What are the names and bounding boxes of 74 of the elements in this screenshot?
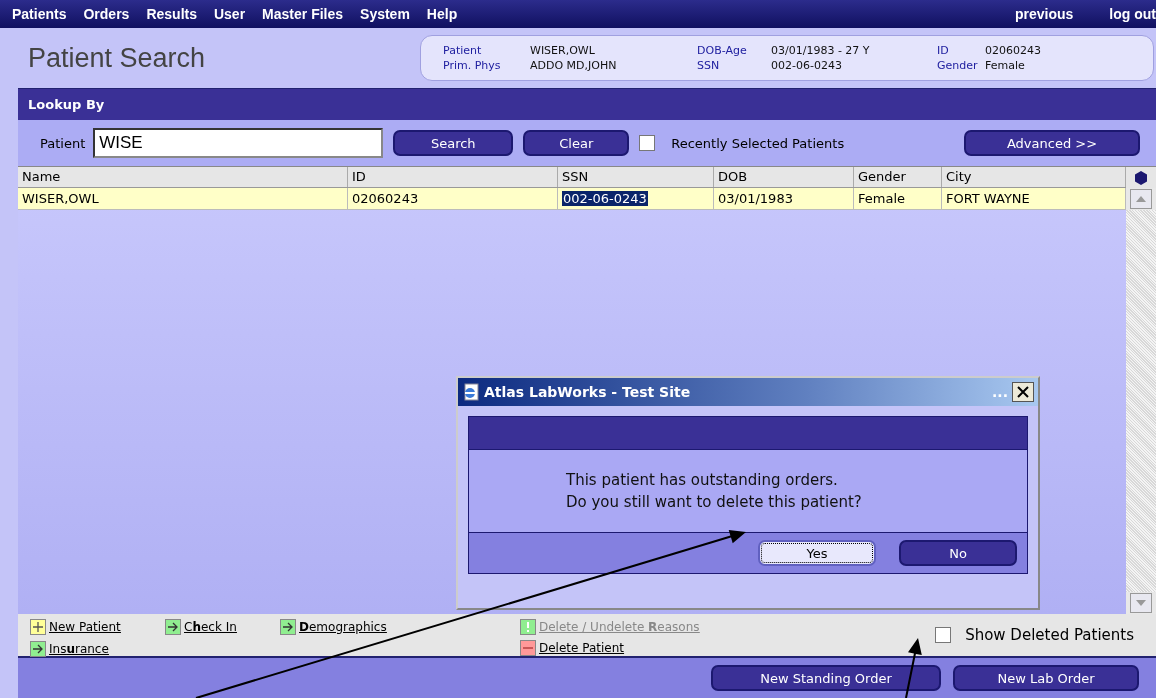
menu-item[interactable]: User [213,6,246,22]
arrow [905,638,922,698]
field-label: Patient [40,135,86,151]
menu-link[interactable]: log out [1109,6,1156,22]
action-link[interactable]: New Patient [49,620,121,634]
clear-button[interactable]: Clear [523,130,630,156]
menu-item[interactable]: Orders [83,6,130,22]
title-ellipsis: ... [992,384,1008,400]
info-value: 03/01/1983 - 27 Y [771,43,871,58]
info-value: Female [985,58,1026,73]
table-row[interactable]: WISER,OWL 02060243 002-06-0243 03/01/1983 Female FORT WAYNE [18,188,1126,210]
column-header[interactable]: DOB [714,167,854,187]
close-icon [1017,386,1029,398]
order-button[interactable]: New Lab Order [953,665,1139,691]
menu-item[interactable]: Help [426,6,458,22]
table-cell: WISER,OWL [22,191,99,206]
dialog-message: Do you still want to delete this patient? [566,492,863,513]
order-button[interactable]: New Standing Order [711,665,941,691]
arrow-icon [165,619,181,635]
arrow-icon [280,619,296,635]
dialog-button[interactable]: Yes [758,540,876,566]
action-link[interactable]: Demographics [299,620,387,634]
column-header[interactable]: Gender [854,167,942,187]
menu-item[interactable]: Results [146,6,197,22]
action-link: Delete / Undelete Reasons [539,619,700,634]
exclamation-icon [520,618,536,635]
table-cell: 02060243 [352,191,419,206]
info-label: ID [937,43,950,58]
page-title: Patient Search [28,42,207,74]
menu-item[interactable]: Patients [12,6,67,22]
checkbox[interactable] [639,135,656,151]
table-cell: Female [858,191,905,206]
dialog-title: Atlas LabWorks - Test Site [484,384,691,400]
info-label: Prim. Phys [443,58,502,73]
scroll-up-button[interactable] [1130,189,1152,209]
scrollbar[interactable] [1126,166,1156,614]
minus-icon [520,639,536,656]
menu-link[interactable]: previous [1015,6,1074,22]
scroll-down-button[interactable] [1130,593,1152,613]
table-cell: 002-06-0243 [562,191,648,206]
info-label: Patient [443,43,483,58]
info-value: 02060243 [985,43,1042,58]
info-label: DOB-Age [697,43,748,58]
dialog-message: This patient has outstanding orders. [566,470,839,491]
plus-icon [30,619,46,635]
checkbox-label: Show Deleted Patients [965,626,1134,644]
close-button[interactable] [1012,382,1034,402]
checkbox-label: Recently Selected Patients [671,135,845,151]
search-button[interactable]: Search [393,130,514,156]
info-value: WISER,OWL [530,43,596,58]
info-label: SSN [697,58,721,73]
hexagon-icon [1134,169,1148,186]
action-link[interactable]: Delete Patient [539,640,625,655]
column-header[interactable]: SSN [558,167,714,187]
checkbox[interactable] [935,627,952,643]
up-arrow-icon [1136,196,1146,202]
menu-item[interactable]: System [360,6,410,22]
info-value: ADDO MD,JOHN [530,58,618,73]
column-header[interactable]: ID [348,167,558,187]
arrow-icon [30,641,46,657]
section-header: Lookup By [18,88,1156,120]
down-arrow-icon [1136,600,1146,606]
table-cell: 03/01/1983 [718,191,793,206]
column-header[interactable]: Name [18,167,348,187]
search-field[interactable]: WISE [93,128,384,158]
info-value: 002-06-0243 [771,58,843,73]
advanced-button[interactable]: Advanced >> [964,130,1140,156]
info-label: Gender [937,58,979,73]
dialog-button[interactable]: No [899,540,1017,566]
browser-icon [462,383,480,401]
menu-item[interactable]: Master Files [262,6,344,22]
action-link[interactable]: Insurance [49,642,109,656]
action-link[interactable]: Check In [184,620,237,634]
table-cell: FORT WAYNE [946,191,1030,206]
